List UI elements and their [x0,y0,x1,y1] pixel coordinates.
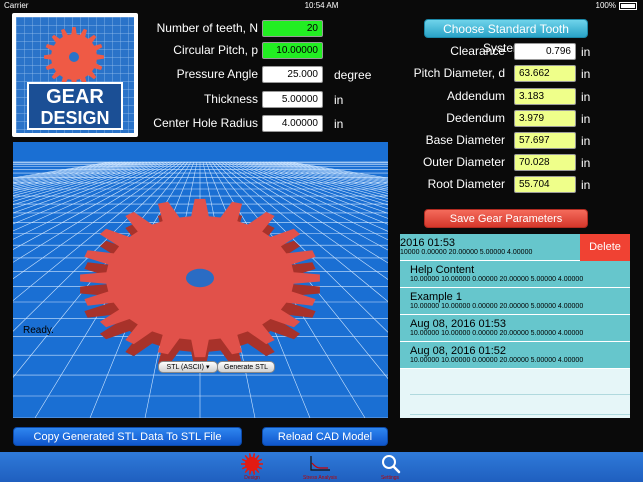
saved-design-params: 10.00000 10.00000 0.00000 20.00000 5.000… [410,276,584,283]
result-unit: in [581,156,591,170]
logo-gear-hole [69,52,79,62]
param-label: Circular Pitch, p [173,43,258,57]
param-row: Circular Pitch, p 10.00000 [150,42,380,60]
list-divider [410,394,630,395]
gear-model-center-hole [186,268,214,288]
copy-stl-button[interactable]: Copy Generated STL Data To STL File [13,427,242,446]
viewport-3d-scene [13,161,388,418]
param-unit: in [334,93,344,107]
cad-viewport[interactable]: Ready. STL (ASCII) ▾ Generate STL [13,142,388,418]
result-label: Root Diameter [427,177,505,191]
result-label: Pitch Diameter, d [413,66,505,80]
tab-stress-label: Stress Analysis [303,475,337,481]
tab-settings[interactable]: Settings [360,452,420,482]
saved-design-title: Help Content [410,264,475,276]
gear-icon [241,453,263,475]
result-value: 70.028 [514,154,576,171]
result-unit: in [581,67,591,81]
status-bar: Carrier 10:54 AM 100% [0,0,643,12]
saved-design-item[interactable]: 2016 01:53 10000 0.00000 20.00000 5.00000… [400,234,630,261]
param-row: Number of teeth, N 20 [150,20,380,38]
result-value: 57.697 [514,132,576,149]
app-logo: GEAR DESIGN [12,13,138,137]
result-row: Root Diameter 55.704 in [400,176,630,194]
tab-gear-shape [241,453,263,475]
param-input[interactable]: 20 [262,20,323,37]
result-value: 3.183 [514,88,576,105]
param-row: Center Hole Radius 4.00000 in [150,115,380,133]
saved-designs-list[interactable]: 2016 01:53 10000 0.00000 20.00000 5.00000… [400,234,630,418]
stl-format-select[interactable]: STL (ASCII) ▾ [158,361,218,373]
param-label: Center Hole Radius [153,116,258,130]
logo-line1: GEAR [46,86,104,108]
result-unit: in [581,45,591,59]
result-row: Addendum 3.183 in [400,88,630,106]
param-input[interactable]: 4.00000 [262,115,323,132]
result-unit: in [581,134,591,148]
saved-design-item[interactable]: Aug 08, 2016 01:53 10.00000 10.00000 0.00… [400,315,630,342]
result-label: Outer Diameter [422,155,505,169]
param-label: Thickness [203,92,258,106]
param-input[interactable]: 5.00000 [262,91,323,108]
result-value[interactable]: 0.796 [514,43,576,60]
clock: 10:54 AM [304,1,339,10]
result-unit: in [581,178,591,192]
reload-cad-button[interactable]: Reload CAD Model [262,427,388,446]
saved-design-params: 10.00000 10.00000 0.00000 20.00000 5.000… [410,303,584,310]
generate-stl-button[interactable]: Generate STL [217,361,275,373]
saved-design-title: 2016 01:53 [400,237,456,249]
result-row: Clearance 0.796 in [400,43,630,61]
param-row: Pressure Angle 25.000 degree [150,66,380,84]
saved-design-params: 10000 0.00000 20.00000 5.00000 4.00000 [400,249,533,256]
result-row: Base Diameter 57.697 in [400,132,630,150]
tab-design[interactable]: Design [222,452,282,482]
tab-stress-analysis[interactable]: Stress Analysis [290,452,350,482]
dropdown-arrow-icon: ▾ [205,364,210,371]
battery-percent: 100% [595,1,616,10]
chart-icon [310,456,330,471]
saved-design-title: Example 1 [410,291,462,303]
param-unit: degree [334,68,372,82]
param-label: Number of teeth, N [156,21,258,35]
result-unit: in [581,112,591,126]
result-label: Addendum [446,89,505,103]
result-value: 3.979 [514,110,576,127]
result-label: Base Diameter [425,133,505,147]
param-label: Pressure Angle [176,67,258,81]
result-row: Outer Diameter 70.028 in [400,154,630,172]
logo-line2: DESIGN [40,108,109,128]
gear-design-app: Carrier 10:54 AM 100% GEAR DESIGN Number… [0,0,643,482]
saved-design-item[interactable]: Example 1 10.00000 10.00000 0.00000 20.00… [400,288,630,315]
tab-bar: Design Stress Analysis Settings [0,452,643,482]
saved-design-item[interactable]: Help Content 10.00000 10.00000 0.00000 20… [400,261,630,288]
viewport-status: Ready. [23,325,54,336]
saved-design-title: Aug 08, 2016 01:52 [410,345,507,357]
result-row: Pitch Diameter, d 63.662 in [400,65,630,83]
choose-tooth-system-button[interactable]: Choose Standard Tooth Systems [424,19,588,55]
battery-icon [619,1,637,10]
battery-indicator: 100% [596,0,637,12]
saved-design-params: 10.00000 10.00000 0.00000 20.00000 5.000… [410,357,584,364]
saved-design-title: Aug 08, 2016 01:53 [410,318,507,330]
tab-settings-label: Settings [380,475,400,481]
delete-button[interactable]: Delete [580,234,630,261]
saved-design-item[interactable]: Aug 08, 2016 01:52 10.00000 10.00000 0.00… [400,342,630,369]
param-unit: in [334,117,344,131]
result-label: Clearance [450,44,505,58]
param-input[interactable]: 10.00000 [262,42,323,59]
saved-design-params: 10.00000 10.00000 0.00000 20.00000 5.000… [410,330,584,337]
result-row: Dedendum 3.979 in [400,110,630,128]
search-icon [382,455,401,474]
result-value: 55.704 [514,176,576,193]
result-unit: in [581,90,591,104]
result-label: Dedendum [446,111,505,125]
param-row: Thickness 5.00000 in [150,91,380,109]
save-gear-parameters-button[interactable]: Save Gear Parameters [424,209,588,228]
stl-format-value: STL (ASCII) [166,364,204,371]
result-value: 63.662 [514,65,576,82]
param-input[interactable]: 25.000 [262,66,323,83]
list-divider [410,414,630,415]
tab-design-label: Design [244,475,260,481]
